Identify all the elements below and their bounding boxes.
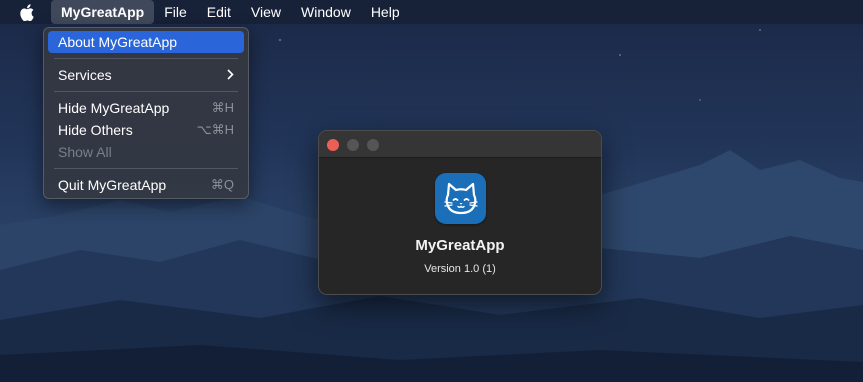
about-window: MyGreatApp Version 1.0 (1): [318, 130, 602, 295]
zoom-button[interactable]: [367, 139, 379, 151]
apple-menu-icon[interactable]: [20, 3, 37, 21]
menu-bar: MyGreatApp File Edit View Window Help: [0, 0, 863, 24]
menu-item-hide-app[interactable]: Hide MyGreatApp ⌘H: [48, 97, 244, 119]
menu-item-label: About MyGreatApp: [58, 34, 178, 50]
menu-item-label: Hide MyGreatApp: [58, 100, 170, 116]
about-app-name: MyGreatApp: [415, 237, 505, 254]
cat-face-icon: [435, 173, 486, 224]
menu-item-shortcut: ⌥⌘H: [196, 122, 234, 137]
menu-separator: [54, 58, 238, 59]
menu-separator: [54, 168, 238, 169]
menu-view[interactable]: View: [241, 0, 291, 24]
menu-item-about[interactable]: About MyGreatApp: [48, 31, 244, 53]
menu-item-show-all: Show All: [48, 141, 244, 163]
app-menu-dropdown: About MyGreatApp Services Hide MyGreatAp…: [43, 27, 249, 199]
menu-item-services[interactable]: Services: [48, 64, 244, 86]
menu-edit[interactable]: Edit: [197, 0, 241, 24]
menu-app[interactable]: MyGreatApp: [51, 0, 155, 24]
menu-item-quit[interactable]: Quit MyGreatApp ⌘Q: [48, 174, 244, 196]
menu-window[interactable]: Window: [291, 0, 361, 24]
menu-help[interactable]: Help: [361, 0, 410, 24]
menu-item-shortcut: ⌘Q: [210, 177, 234, 192]
menu-item-label: Quit MyGreatApp: [58, 177, 167, 193]
menu-separator: [54, 91, 238, 92]
window-titlebar[interactable]: [319, 131, 601, 158]
menu-item-shortcut: ⌘H: [211, 100, 234, 115]
minimize-button[interactable]: [347, 139, 359, 151]
close-button[interactable]: [327, 139, 339, 151]
menu-file[interactable]: File: [154, 0, 197, 24]
chevron-right-icon: [227, 67, 234, 83]
menu-item-hide-others[interactable]: Hide Others ⌥⌘H: [48, 119, 244, 141]
menu-item-label: Show All: [58, 144, 112, 160]
menu-item-label: Hide Others: [58, 122, 133, 138]
menu-item-label: Services: [58, 67, 112, 83]
about-version: Version 1.0 (1): [424, 263, 496, 275]
